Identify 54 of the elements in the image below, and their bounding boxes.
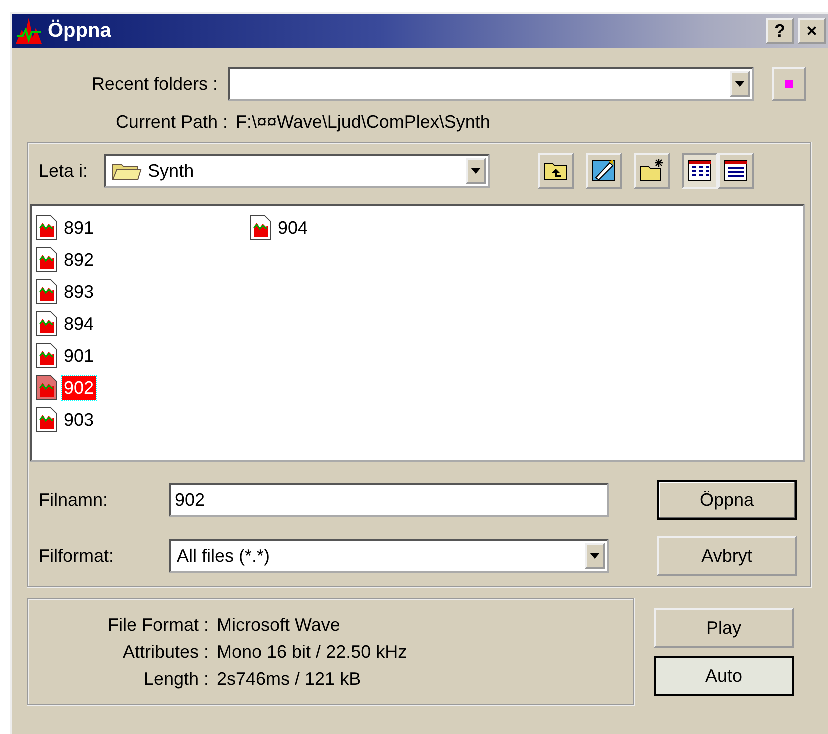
file-name[interactable]: 893 xyxy=(62,280,96,304)
toolbar-button[interactable] xyxy=(538,153,574,189)
file-name[interactable]: 902 xyxy=(62,376,96,400)
wave-file-icon xyxy=(36,247,58,273)
list-view-icon xyxy=(687,158,714,184)
dropdown-button[interactable] xyxy=(730,71,750,97)
dropdown-button[interactable] xyxy=(466,158,486,184)
square-icon xyxy=(785,80,793,88)
new-folder-icon xyxy=(639,158,666,184)
file-name[interactable]: 901 xyxy=(62,344,96,368)
info-value: Microsoft Wave xyxy=(217,614,342,636)
details-view-icon xyxy=(723,158,750,184)
file-name[interactable]: 891 xyxy=(62,216,96,240)
file-type-dropdown[interactable]: All files (*.*) xyxy=(169,539,609,573)
wave-file-icon xyxy=(36,375,58,401)
window-title: Öppna xyxy=(48,20,112,42)
folder-dropdown[interactable]: Synth xyxy=(104,154,490,188)
path-value: F:\¤¤Wave\Ljud\ComPlex\Synth xyxy=(236,112,490,132)
color-button[interactable] xyxy=(772,67,806,101)
field-label: Leta i: xyxy=(39,160,88,182)
recent-folders-dropdown[interactable] xyxy=(228,67,754,101)
file-name[interactable]: 892 xyxy=(62,248,96,272)
dialog-button[interactable]: Avbryt xyxy=(657,536,797,576)
wave-file-icon xyxy=(36,343,58,369)
file-name[interactable]: 904 xyxy=(276,216,310,240)
info-label: File Format : xyxy=(106,614,209,636)
folder-name: Synth xyxy=(148,160,194,182)
close-button[interactable]: × xyxy=(798,18,826,44)
help-button[interactable]: ? xyxy=(766,18,794,44)
wave-file-icon xyxy=(36,311,58,337)
dialog-button[interactable]: Play xyxy=(654,608,794,648)
path-label: Current Path : xyxy=(114,112,228,132)
dropdown-button[interactable] xyxy=(585,543,605,569)
wave-file-icon xyxy=(250,215,272,241)
file-name[interactable]: 903 xyxy=(62,408,96,432)
waveform-app-icon xyxy=(14,16,44,46)
info-label: Attributes : xyxy=(122,642,209,662)
info-label: Length : xyxy=(142,668,209,690)
dialog-button[interactable]: Auto xyxy=(654,656,794,696)
wave-file-icon xyxy=(36,407,58,433)
toolbar-button[interactable] xyxy=(718,153,754,189)
wave-file-icon xyxy=(36,279,58,305)
field-label: Filnamn: xyxy=(39,490,110,510)
dialog-button[interactable]: Öppna xyxy=(657,480,797,520)
wave-file-icon xyxy=(36,215,58,241)
toolbar-button[interactable] xyxy=(586,153,622,189)
filename-field[interactable]: 902 xyxy=(169,483,609,517)
info-value: Mono 16 bit / 22.50 kHz xyxy=(217,642,408,662)
toolbar-button[interactable] xyxy=(634,153,670,189)
field-label: Filformat: xyxy=(39,546,116,566)
field-label: Recent folders : xyxy=(90,74,219,94)
toolbar-button[interactable] xyxy=(682,153,718,189)
file-name[interactable]: 894 xyxy=(62,312,96,336)
info-value: 2s746ms / 121 kB xyxy=(217,668,362,690)
